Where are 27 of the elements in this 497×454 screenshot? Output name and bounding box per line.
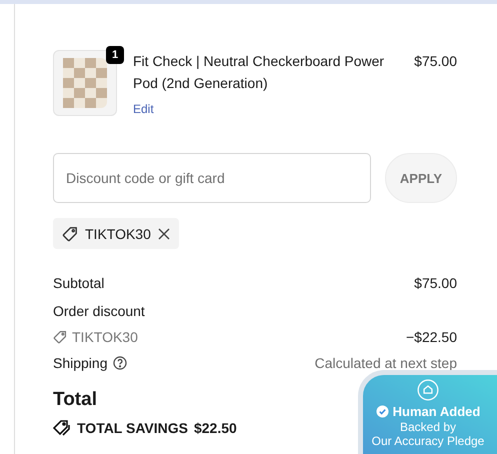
summary-value: Calculated at next step: [314, 355, 457, 371]
summary-value: −$22.50: [406, 329, 457, 345]
savings-amount: $22.50: [194, 420, 237, 436]
badge-subtitle: Backed by Our Accuracy Pledge: [372, 420, 484, 448]
check-icon: [376, 405, 389, 418]
summary-label: Order discount: [53, 303, 145, 319]
discount-code-field[interactable]: Discount code or gift card: [53, 153, 371, 203]
tag-icon: [62, 226, 78, 242]
savings-label: TOTAL SAVINGS: [77, 420, 188, 436]
summary-label: Shipping: [53, 355, 108, 371]
badge-title: Human Added: [392, 404, 480, 419]
discount-code: TIKTOK30: [72, 329, 138, 345]
tag-icon: [53, 330, 67, 344]
home-icon: [417, 379, 439, 401]
discount-code: TIKTOK30: [85, 226, 151, 242]
summary-value: $75.00: [414, 275, 457, 291]
apply-button[interactable]: APPLY: [385, 153, 457, 203]
quantity-badge: 1: [106, 46, 124, 64]
summary-label: Subtotal: [53, 275, 104, 291]
product-price: $75.00: [414, 52, 457, 71]
help-icon[interactable]: [112, 356, 126, 370]
edit-link[interactable]: Edit: [133, 102, 154, 116]
total-label: Total: [53, 389, 97, 411]
accuracy-badge[interactable]: Human Added Backed by Our Accuracy Pledge: [358, 370, 497, 454]
tags-icon: [53, 419, 71, 437]
remove-icon[interactable]: [158, 228, 170, 240]
product-title: Fit Check | Neutral Checkerboard Power Pod (2nd Generation): [133, 52, 386, 93]
